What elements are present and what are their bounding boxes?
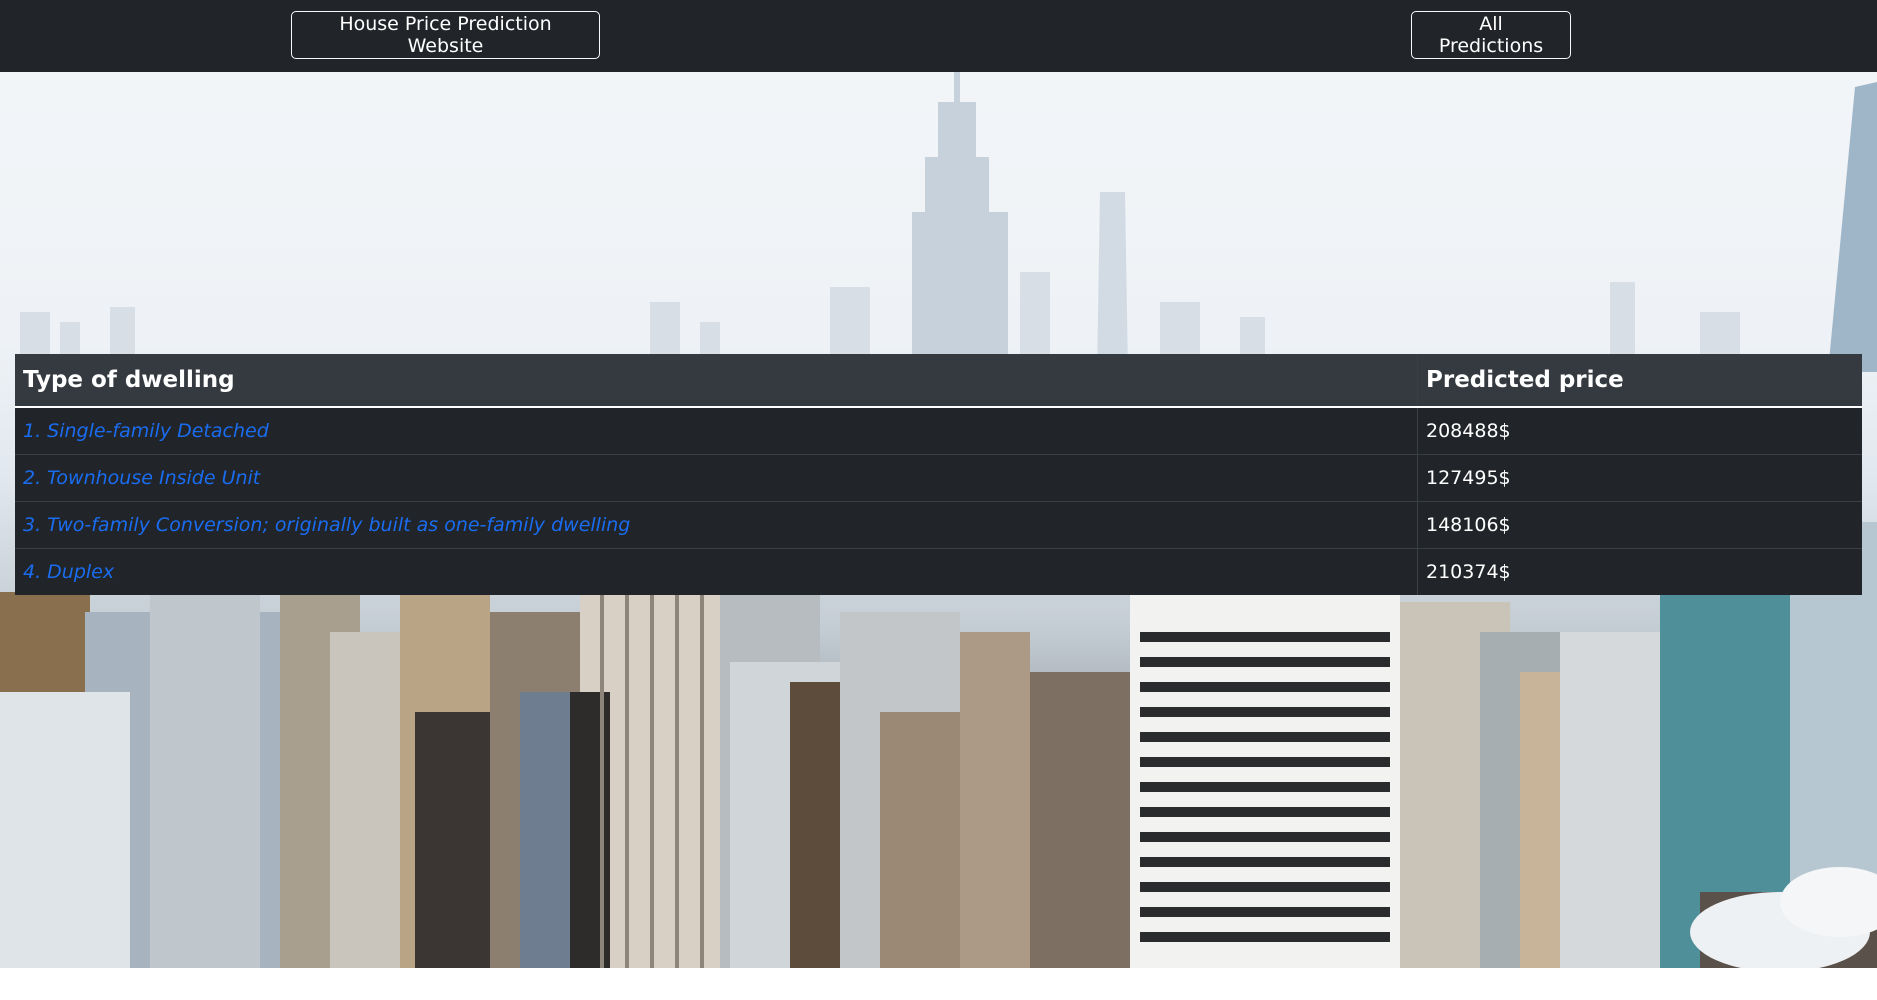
header-type-of-dwelling: Type of dwelling bbox=[15, 354, 1418, 408]
dwelling-link[interactable]: 3. Two-family Conversion; originally bui… bbox=[23, 514, 630, 536]
navbar: House Price Prediction Website All Predi… bbox=[0, 0, 1877, 72]
table-row: 4. Duplex 210374$ bbox=[15, 548, 1862, 595]
table-header-row: Type of dwelling Predicted price bbox=[15, 354, 1862, 408]
predictions-table: Type of dwelling Predicted price 1. Sing… bbox=[15, 354, 1862, 595]
dwelling-cell: 4. Duplex bbox=[15, 548, 1418, 595]
price-cell: 208488$ bbox=[1417, 406, 1862, 455]
dwelling-cell: 1. Single-family Detached bbox=[15, 406, 1418, 455]
dwelling-link[interactable]: 2. Townhouse Inside Unit bbox=[23, 467, 260, 489]
home-button[interactable]: House Price Prediction Website bbox=[291, 11, 600, 59]
table-row: 3. Two-family Conversion; originally bui… bbox=[15, 501, 1862, 549]
predictions-table-container: Type of dwelling Predicted price 1. Sing… bbox=[15, 354, 1862, 595]
header-predicted-price: Predicted price bbox=[1417, 354, 1862, 408]
table-row: 2. Townhouse Inside Unit 127495$ bbox=[15, 454, 1862, 502]
price-cell: 127495$ bbox=[1417, 454, 1862, 502]
dwelling-link[interactable]: 4. Duplex bbox=[23, 561, 114, 583]
price-cell: 148106$ bbox=[1417, 501, 1862, 549]
dwelling-cell: 3. Two-family Conversion; originally bui… bbox=[15, 501, 1418, 549]
dwelling-cell: 2. Townhouse Inside Unit bbox=[15, 454, 1418, 502]
all-predictions-button[interactable]: All Predictions bbox=[1411, 11, 1571, 59]
price-cell: 210374$ bbox=[1417, 548, 1862, 595]
dwelling-link[interactable]: 1. Single-family Detached bbox=[23, 420, 269, 442]
table-row: 1. Single-family Detached 208488$ bbox=[15, 406, 1862, 455]
